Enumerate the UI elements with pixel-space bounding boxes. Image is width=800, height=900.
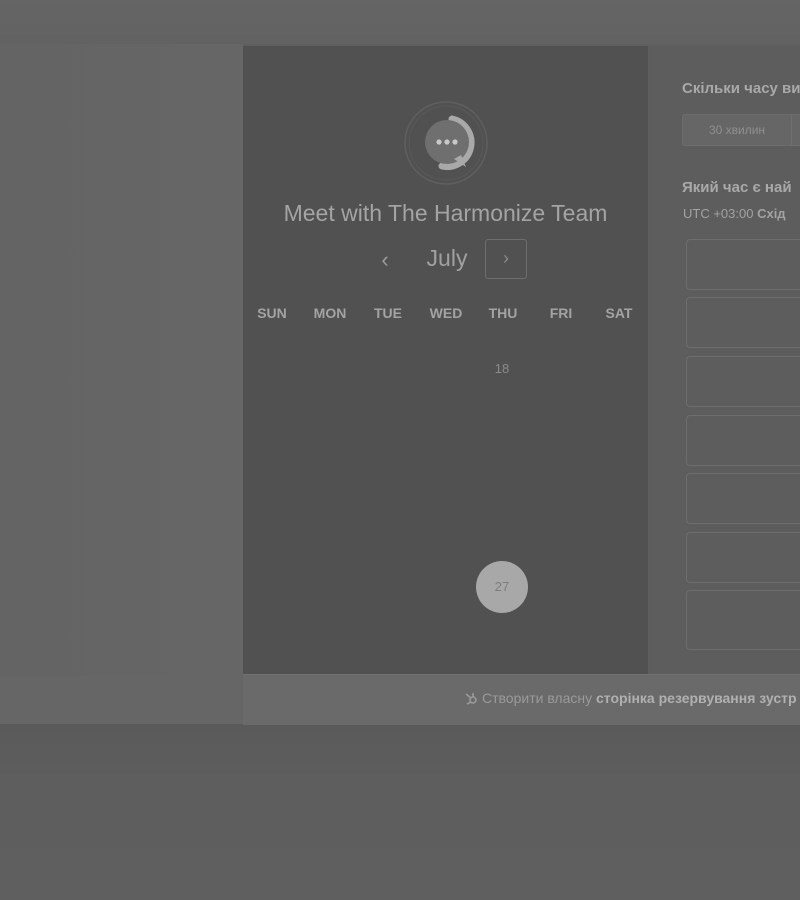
time-slot[interactable] bbox=[686, 356, 800, 407]
time-slot[interactable] bbox=[686, 473, 800, 524]
footer-text: Створити власну bbox=[482, 690, 593, 706]
timezone-selector[interactable]: UTC +03:00 Схід bbox=[683, 206, 786, 221]
weekday-wed: WED bbox=[429, 305, 463, 321]
chevron-left-icon: ‹ bbox=[381, 247, 389, 272]
time-slot[interactable] bbox=[686, 297, 800, 348]
weekday-fri: FRI bbox=[549, 305, 573, 321]
next-month-button[interactable]: › bbox=[485, 239, 527, 279]
month-navigation: ‹ July › bbox=[243, 239, 648, 281]
weekday-sun: SUN bbox=[257, 305, 287, 321]
top-bar bbox=[0, 0, 800, 44]
page-title: Meet with The Harmonize Team bbox=[283, 200, 608, 226]
time-slot[interactable] bbox=[686, 532, 800, 583]
time-question: Який час є най bbox=[682, 179, 792, 196]
time-slot[interactable] bbox=[686, 415, 800, 466]
chevron-right-icon: › bbox=[503, 248, 509, 268]
footer-link[interactable]: сторінка резервування зустр bbox=[596, 690, 797, 706]
weekday-header: SUN MON TUE WED THU FRI SAT bbox=[243, 305, 648, 325]
weekday-tue: TUE bbox=[374, 305, 402, 321]
footer-bar: Створити власну сторінка резервування зу… bbox=[243, 674, 800, 725]
timezone-offset: UTC +03:00 bbox=[683, 206, 754, 221]
duration-selector: 30 хвилин bbox=[682, 114, 800, 146]
selected-day[interactable]: 27 bbox=[476, 561, 528, 613]
prev-month-button[interactable]: ‹ bbox=[371, 247, 399, 275]
weekday-sat: SAT bbox=[605, 305, 633, 321]
calendar-panel: Meet with The Harmonize Team ‹ July › SU… bbox=[243, 46, 648, 674]
day-cell: 18 bbox=[494, 361, 510, 376]
timezone-name: Схід bbox=[757, 206, 786, 221]
weekday-thu: THU bbox=[488, 305, 518, 321]
background-left bbox=[0, 44, 243, 680]
duration-option-30[interactable]: 30 хвилин bbox=[683, 115, 792, 145]
background-bottom bbox=[0, 724, 800, 900]
duration-question: Скільки часу ви bbox=[682, 80, 800, 97]
footer-content: Створити власну сторінка резервування зу… bbox=[464, 690, 797, 708]
month-label: July bbox=[426, 245, 468, 271]
chat-logo-icon bbox=[404, 101, 488, 185]
time-slot[interactable] bbox=[686, 239, 800, 290]
hubspot-sprocket-icon bbox=[464, 691, 478, 708]
time-slot[interactable] bbox=[686, 590, 800, 650]
booking-panel: Скільки часу ви 30 хвилин Який час є най… bbox=[649, 46, 800, 674]
weekday-mon: MON bbox=[313, 305, 347, 321]
